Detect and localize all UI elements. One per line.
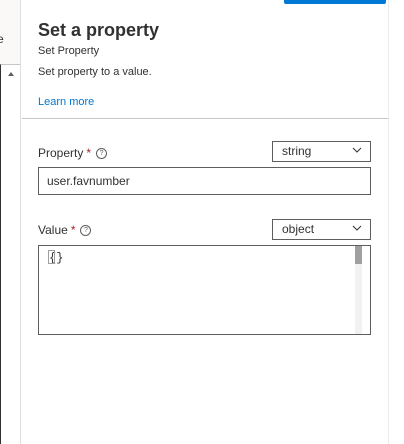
property-type-dropdown[interactable]: string [272, 141, 371, 162]
value-label: Value * ? [38, 223, 92, 237]
property-label-text: Property [38, 146, 84, 160]
value-label-text: Value [38, 223, 68, 237]
chevron-down-icon [352, 147, 362, 153]
property-input[interactable] [38, 167, 371, 195]
value-code-editor[interactable]: {} [38, 245, 371, 335]
info-icon[interactable]: ? [80, 224, 92, 236]
editor-cursor [48, 250, 55, 264]
required-mark: * [70, 223, 76, 237]
chevron-down-icon [352, 225, 362, 231]
left-canvas-strip: e [0, 0, 21, 444]
left-scrollbar[interactable] [0, 64, 20, 444]
divider [22, 118, 388, 119]
panel-description: Set property to a value. [38, 66, 152, 78]
panel-title: Set a property [38, 20, 160, 40]
info-icon[interactable]: ? [96, 147, 108, 159]
clipped-text: e [0, 32, 4, 46]
property-label: Property * ? [38, 146, 108, 160]
scroll-up-arrow-icon[interactable] [8, 72, 14, 76]
editor-scrollbar[interactable] [355, 246, 362, 334]
panel-subtitle: Set Property [38, 45, 100, 57]
property-panel: Set a property Set Property Set property… [22, 0, 388, 444]
value-type-dropdown[interactable]: object [272, 219, 371, 240]
editor-scroll-thumb[interactable] [355, 246, 362, 264]
learn-more-link[interactable]: Learn more [38, 96, 94, 108]
page-scrollbar[interactable] [388, 0, 404, 444]
property-type-value: string [282, 144, 312, 158]
required-mark: * [86, 146, 92, 160]
value-type-value: object [282, 222, 315, 236]
